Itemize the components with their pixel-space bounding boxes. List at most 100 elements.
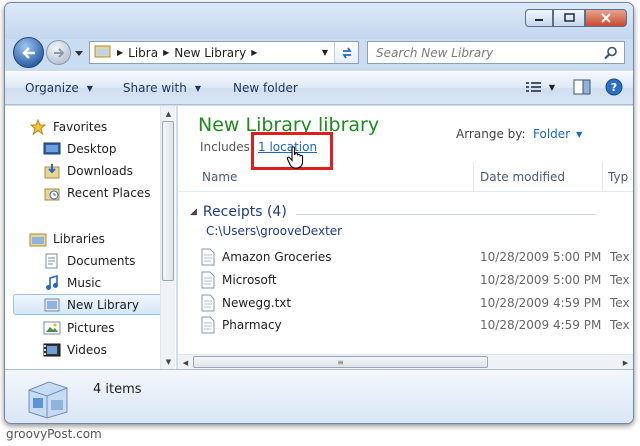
sidebar-item-music[interactable]: Music — [43, 272, 199, 293]
sidebar-item-label: Videos — [67, 342, 107, 357]
sidebar-item-pictures[interactable]: Pictures — [43, 317, 199, 338]
desktop-icon — [43, 141, 61, 157]
back-button[interactable] — [13, 37, 44, 68]
includes-label: Includes: — [200, 140, 254, 154]
share-with-menu[interactable]: Share with ▼ — [93, 81, 201, 95]
minimize-icon — [535, 19, 543, 21]
column-date-modified[interactable]: Date modified — [480, 170, 565, 184]
file-row[interactable]: Newegg.txt 10/28/2009 4:59 PM Tex — [200, 292, 630, 314]
breadcrumb-separator-icon[interactable]: ▶ — [163, 48, 169, 57]
file-name: Microsoft — [222, 273, 277, 287]
address-dropdown-button[interactable]: ▼ — [318, 42, 332, 63]
maximize-button[interactable] — [553, 9, 585, 27]
recent-places-icon — [43, 185, 61, 201]
new-folder-button[interactable]: New folder — [201, 81, 298, 95]
group-header[interactable]: ◢ Receipts (4) — [190, 204, 287, 220]
group-folder-path[interactable]: C:\Users\grooveDexter — [206, 224, 342, 238]
text-file-icon — [201, 271, 215, 289]
file-date: 10/28/2009 5:00 PM — [480, 250, 602, 264]
sidebar-item-label: New Library — [67, 297, 139, 312]
sidebar-item-recent-places[interactable]: Recent Places — [43, 182, 199, 203]
item-count: 4 items — [93, 382, 142, 397]
breadcrumb-item-libraries[interactable]: Libra — [128, 46, 158, 60]
library-icon — [43, 297, 61, 313]
collapse-triangle-icon[interactable]: ◢ — [190, 207, 197, 217]
arrow-left-icon — [21, 46, 35, 59]
sidebar-item-label: Desktop — [67, 141, 117, 156]
help-button[interactable]: ? — [605, 78, 623, 96]
scroll-thumb[interactable]: ≡ — [193, 356, 488, 368]
file-type: Tex — [610, 296, 630, 310]
column-divider[interactable] — [473, 162, 474, 192]
arrow-right-icon — [53, 47, 64, 58]
search-input[interactable] — [376, 45, 596, 60]
libraries-icon — [29, 231, 47, 247]
preview-pane-icon — [573, 79, 591, 95]
videos-icon — [43, 342, 61, 358]
command-bar: Organize ▼ Share with ▼ New folder ▼ ? — [5, 71, 633, 105]
group-divider — [296, 214, 596, 215]
sidebar-item-label: Documents — [67, 253, 136, 268]
arrange-by-dropdown[interactable]: Folder ▼ — [533, 127, 582, 141]
refresh-button[interactable] — [334, 42, 358, 63]
file-row[interactable]: Pharmacy 10/28/2009 4:59 PM Tex — [200, 314, 630, 336]
file-row[interactable]: Amazon Groceries 10/28/2009 5:00 PM Tex — [200, 246, 630, 268]
column-divider[interactable] — [602, 162, 603, 192]
search-icon[interactable] — [604, 46, 618, 63]
svg-text:?: ? — [611, 81, 617, 94]
help-icon: ? — [605, 78, 623, 96]
sidebar-item-documents[interactable]: Documents — [43, 250, 199, 271]
content-pane: New Library library Includes: 1 location… — [178, 106, 633, 370]
file-row[interactable]: Microsoft 10/28/2009 5:00 PM Tex — [200, 269, 630, 291]
file-date: 10/28/2009 4:59 PM — [480, 318, 602, 332]
sidebar-item-label: Downloads — [67, 163, 133, 178]
details-pane: 4 items — [5, 369, 633, 423]
music-icon — [43, 274, 61, 291]
navigation-buttons — [13, 37, 89, 69]
close-button[interactable] — [585, 9, 627, 27]
text-file-icon — [201, 316, 215, 334]
chevron-down-icon — [75, 51, 83, 56]
sidebar-item-desktop[interactable]: Desktop — [43, 138, 199, 159]
column-name[interactable]: Name — [202, 170, 237, 184]
details-view-icon — [525, 82, 541, 92]
organize-label: Organize — [25, 81, 79, 95]
file-name: Newegg.txt — [222, 296, 292, 310]
share-with-label: Share with — [122, 81, 187, 95]
scroll-up-icon[interactable]: ▲ — [161, 106, 176, 121]
group-label: Receipts (4) — [202, 204, 287, 220]
forward-button[interactable] — [46, 40, 71, 65]
file-type: Tex — [610, 250, 630, 264]
arrange-by-label: Arrange by: — [456, 127, 526, 141]
library-large-icon — [25, 376, 71, 423]
minimize-button[interactable] — [525, 9, 553, 27]
sidebar-item-downloads[interactable]: Downloads — [43, 160, 199, 181]
breadcrumb-item-new-library[interactable]: New Library — [174, 46, 246, 60]
preview-pane-button[interactable] — [573, 79, 591, 95]
refresh-icon — [341, 47, 352, 58]
recent-pages-button[interactable] — [73, 49, 85, 59]
address-bar[interactable]: ▶ Libra ▶ New Library ▶ ▼ — [89, 41, 359, 64]
scroll-left-icon[interactable]: ◀ — [178, 355, 193, 370]
arrange-by-value: Folder — [533, 127, 571, 141]
watermark: groovyPost.com — [6, 427, 102, 441]
scroll-down-icon[interactable]: ▼ — [161, 354, 176, 369]
close-icon — [601, 13, 611, 23]
file-date: 10/28/2009 4:59 PM — [480, 296, 602, 310]
organize-menu[interactable]: Organize ▼ — [5, 81, 93, 95]
horizontal-scrollbar[interactable]: ◀ ≡ ▶ — [178, 354, 633, 370]
scroll-thumb[interactable] — [162, 121, 174, 281]
chevron-down-icon: ▼ — [548, 82, 555, 92]
change-view-button[interactable]: ▼ — [525, 80, 555, 94]
sidebar-item-label: Music — [67, 275, 102, 290]
navigation-pane: Favorites Desktop Downloads Recent Place… — [5, 106, 177, 369]
file-name: Pharmacy — [222, 318, 282, 332]
maximize-icon — [564, 13, 575, 22]
breadcrumb-separator-icon[interactable]: ▶ — [117, 48, 123, 57]
navigation-scrollbar[interactable]: ▲ ▼ — [160, 106, 175, 369]
scroll-right-icon[interactable]: ▶ — [618, 355, 633, 370]
sidebar-item-new-library[interactable]: New Library — [13, 294, 163, 315]
star-icon — [29, 118, 47, 135]
column-type[interactable]: Typ — [608, 170, 628, 184]
breadcrumb-separator-icon[interactable]: ▶ — [251, 48, 257, 57]
